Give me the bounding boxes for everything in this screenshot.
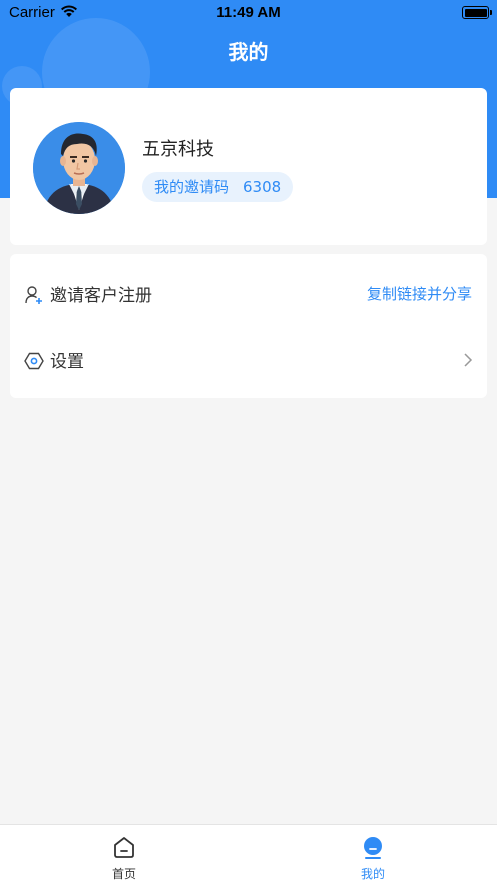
tab-mine[interactable]: 我的	[249, 825, 497, 883]
avatar-illustration	[33, 122, 125, 214]
home-icon	[114, 837, 134, 858]
tab-label: 我的	[360, 867, 385, 881]
menu-item-label: 邀请客户注册	[50, 286, 152, 306]
status-bar: Carrier 11:49 AM	[0, 0, 497, 26]
user-add-icon	[25, 286, 42, 304]
invite-code-value: 6308	[243, 178, 282, 196]
tab-label: 首页	[111, 867, 136, 881]
menu-item-settings[interactable]: 设置	[10, 327, 487, 393]
page-title: 我的	[228, 40, 269, 64]
profile-icon	[364, 837, 382, 859]
menu-card: 邀请客户注册 复制链接并分享 设置	[10, 254, 487, 398]
tab-home[interactable]: 首页	[0, 825, 248, 883]
chevron-right-icon	[464, 353, 473, 367]
battery-icon	[462, 6, 492, 19]
tab-bar: 首页 我的	[0, 824, 497, 883]
menu-item-label: 设置	[50, 352, 84, 372]
company-name: 五京科技	[142, 139, 214, 160]
profile-card: 五京科技 我的邀请码 6308	[10, 88, 487, 245]
menu-item-invite-customer[interactable]: 邀请客户注册 复制链接并分享	[10, 261, 487, 327]
copy-link-share-button[interactable]: 复制链接并分享	[367, 283, 472, 304]
invite-code-badge[interactable]: 我的邀请码 6308	[142, 172, 294, 202]
invite-code-label: 我的邀请码	[154, 178, 230, 196]
status-time: 11:49 AM	[216, 4, 281, 21]
avatar[interactable]	[33, 122, 125, 214]
hexagon-settings-icon	[24, 352, 44, 370]
